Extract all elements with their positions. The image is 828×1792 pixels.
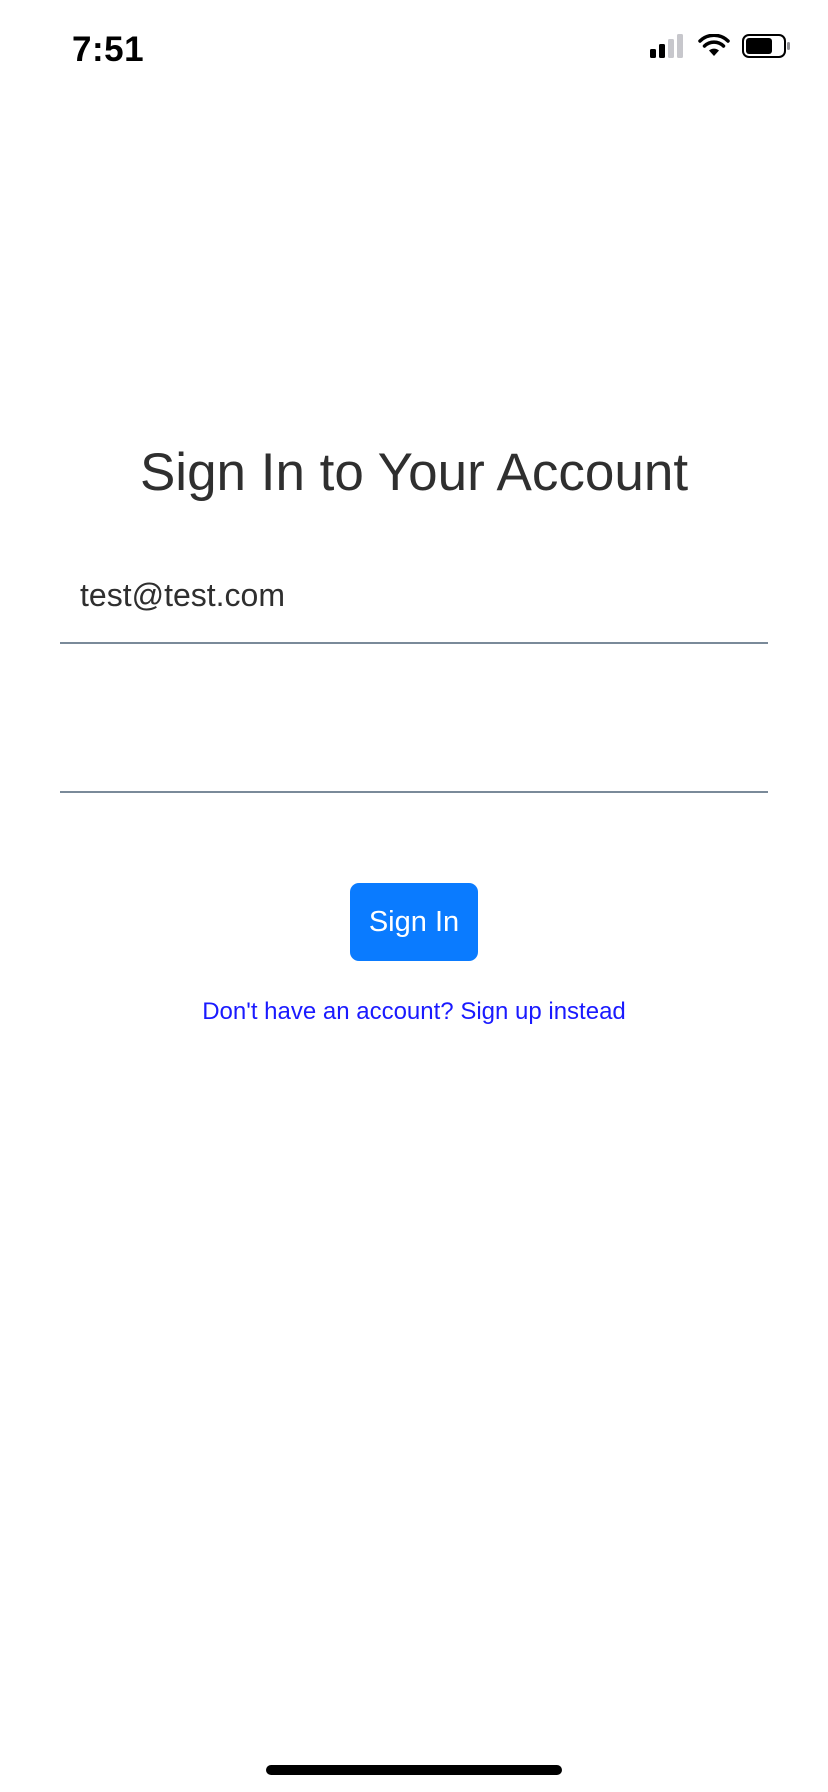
sign-up-link[interactable]: Don't have an account? Sign up instead xyxy=(0,998,828,1026)
home-indicator[interactable] xyxy=(266,1765,562,1775)
battery-icon xyxy=(742,34,792,58)
sign-in-button[interactable]: Sign In xyxy=(350,883,478,961)
cellular-signal-icon xyxy=(650,34,686,58)
status-icons xyxy=(650,34,792,58)
status-time: 7:51 xyxy=(72,30,145,69)
status-bar: 7:51 xyxy=(0,0,828,100)
email-field[interactable] xyxy=(60,548,768,644)
wifi-icon xyxy=(698,34,730,58)
password-field[interactable] xyxy=(60,697,768,793)
page-title: Sign In to Your Account xyxy=(139,443,689,502)
